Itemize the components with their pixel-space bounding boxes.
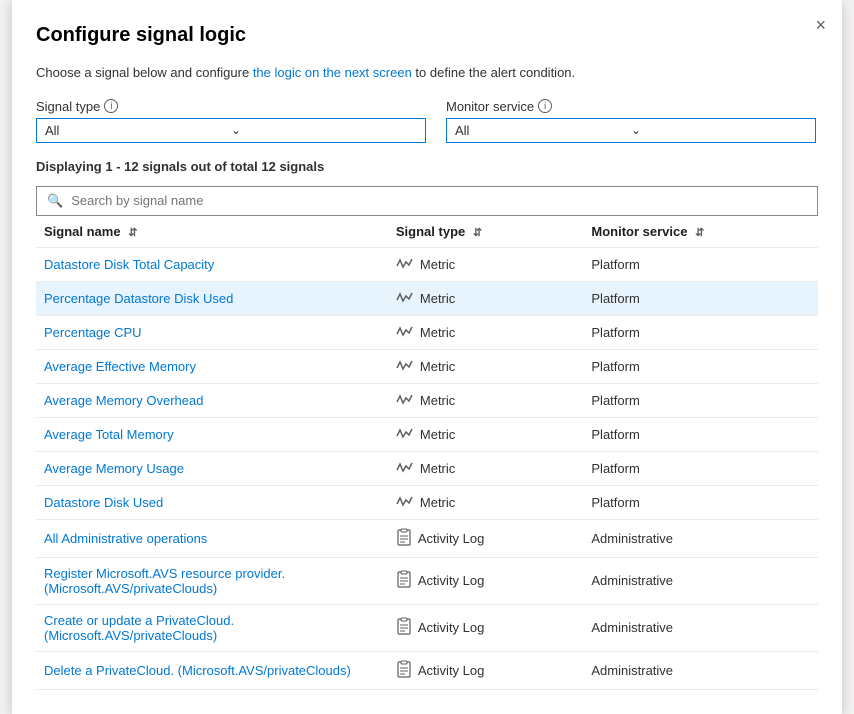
signal-type-filter-group: Signal type i All ⌄	[36, 99, 426, 143]
signal-name-link[interactable]: All Administrative operations	[44, 531, 207, 546]
monitor-service-sort-icon[interactable]: ⇵	[695, 226, 704, 239]
signals-table: Signal name ⇵ Signal type ⇵ Monitor serv…	[36, 216, 818, 690]
configure-signal-logic-modal: Configure signal logic × Choose a signal…	[12, 0, 842, 714]
signal-name-sort-icon[interactable]: ⇵	[128, 226, 137, 239]
table-row[interactable]: Percentage Datastore Disk Used Metric Pla…	[36, 281, 818, 315]
signal-type-value: Metric	[420, 393, 455, 408]
monitor-service-value: Platform	[583, 281, 818, 315]
monitor-service-value: Platform	[583, 349, 818, 383]
table-row[interactable]: Average Memory Overhead Metric Platform	[36, 383, 818, 417]
monitor-service-value: Platform	[583, 247, 818, 281]
monitor-service-label: Monitor service i	[446, 99, 816, 114]
description-text: Choose a signal below and configure the …	[36, 63, 818, 83]
signal-type-sort-icon[interactable]: ⇵	[473, 226, 482, 239]
table-row[interactable]: Average Memory Usage Metric Platform	[36, 451, 818, 485]
signal-type-label: Signal type i	[36, 99, 426, 114]
signal-type-value: Activity Log	[418, 663, 484, 678]
table-row[interactable]: All Administrative operations Activity L…	[36, 519, 818, 557]
metric-icon	[396, 426, 414, 443]
signal-type-value: Metric	[420, 359, 455, 374]
signal-type-value: Metric	[420, 461, 455, 476]
signal-name-link[interactable]: Average Memory Usage	[44, 461, 184, 476]
signal-name-link[interactable]: Datastore Disk Used	[44, 495, 163, 510]
activity-log-icon	[396, 528, 412, 549]
signal-type-info-icon[interactable]: i	[104, 99, 118, 113]
metric-icon	[396, 494, 414, 511]
table-row[interactable]: Delete a PrivateCloud. (Microsoft.AVS/pr…	[36, 651, 818, 689]
signal-name-link[interactable]: Average Effective Memory	[44, 359, 196, 374]
activity-log-icon	[396, 660, 412, 681]
signal-name-link[interactable]: Average Total Memory	[44, 427, 174, 442]
filters-row: Signal type i All ⌄ Monitor service i Al…	[36, 99, 818, 143]
signal-type-value: Metric	[420, 257, 455, 272]
monitor-service-value: Platform	[583, 417, 818, 451]
monitor-service-select[interactable]: All ⌄	[446, 118, 816, 143]
signal-type-value: Activity Log	[418, 573, 484, 588]
signal-type-select[interactable]: All ⌄	[36, 118, 426, 143]
monitor-service-value: Administrative	[583, 519, 818, 557]
monitor-service-filter-group: Monitor service i All ⌄	[446, 99, 816, 143]
signal-type-value: Metric	[420, 325, 455, 340]
table-row[interactable]: Datastore Disk Total Capacity Metric Plat…	[36, 247, 818, 281]
signal-name-link[interactable]: Percentage Datastore Disk Used	[44, 291, 233, 306]
monitor-service-value: Administrative	[583, 557, 818, 604]
metric-icon	[396, 324, 414, 341]
signal-name-link[interactable]: Percentage CPU	[44, 325, 142, 340]
monitor-service-value: Platform	[583, 485, 818, 519]
monitor-service-info-icon[interactable]: i	[538, 99, 552, 113]
displaying-text: Displaying 1 - 12 signals out of total 1…	[36, 159, 818, 174]
close-button[interactable]: ×	[815, 16, 826, 34]
metric-icon	[396, 392, 414, 409]
table-row[interactable]: Register Microsoft.AVS resource provider…	[36, 557, 818, 604]
monitor-service-value: Platform	[583, 383, 818, 417]
monitor-service-value: Administrative	[583, 604, 818, 651]
monitor-service-chevron-icon: ⌄	[631, 123, 807, 137]
modal-title: Configure signal logic	[36, 24, 818, 47]
table-row[interactable]: Datastore Disk Used Metric Platform	[36, 485, 818, 519]
signal-type-value: Activity Log	[418, 620, 484, 635]
description-link[interactable]: the logic on the next screen	[253, 65, 412, 80]
table-row[interactable]: Average Effective Memory Metric Platform	[36, 349, 818, 383]
signal-name-link[interactable]: Register Microsoft.AVS resource provider…	[44, 566, 285, 596]
activity-log-icon	[396, 570, 412, 591]
activity-log-icon	[396, 617, 412, 638]
signal-name-link[interactable]: Datastore Disk Total Capacity	[44, 257, 214, 272]
search-input[interactable]	[71, 193, 807, 208]
metric-icon	[396, 256, 414, 273]
signal-name-link[interactable]: Create or update a PrivateCloud. (Micros…	[44, 613, 234, 643]
table-row[interactable]: Percentage CPU Metric Platform	[36, 315, 818, 349]
signal-name-link[interactable]: Average Memory Overhead	[44, 393, 203, 408]
metric-icon	[396, 358, 414, 375]
monitor-service-value: Platform	[583, 451, 818, 485]
metric-icon	[396, 290, 414, 307]
signal-type-value: Metric	[420, 495, 455, 510]
col-header-monitor-service: Monitor service ⇵	[583, 216, 818, 248]
signal-name-link[interactable]: Delete a PrivateCloud. (Microsoft.AVS/pr…	[44, 663, 351, 678]
table-row[interactable]: Create or update a PrivateCloud. (Micros…	[36, 604, 818, 651]
signal-type-value: Metric	[420, 427, 455, 442]
table-header: Signal name ⇵ Signal type ⇵ Monitor serv…	[36, 216, 818, 248]
signal-type-value: Activity Log	[418, 531, 484, 546]
table-body: Datastore Disk Total Capacity Metric Plat…	[36, 247, 818, 689]
search-box: 🔍	[36, 186, 818, 216]
monitor-service-value: Administrative	[583, 651, 818, 689]
signal-type-chevron-icon: ⌄	[231, 123, 417, 137]
col-header-signal-type: Signal type ⇵	[388, 216, 584, 248]
table-row[interactable]: Average Total Memory Metric Platform	[36, 417, 818, 451]
metric-icon	[396, 460, 414, 477]
monitor-service-value: Platform	[583, 315, 818, 349]
signal-type-value: Metric	[420, 291, 455, 306]
col-header-signal-name: Signal name ⇵	[36, 216, 388, 248]
search-icon: 🔍	[47, 193, 63, 209]
